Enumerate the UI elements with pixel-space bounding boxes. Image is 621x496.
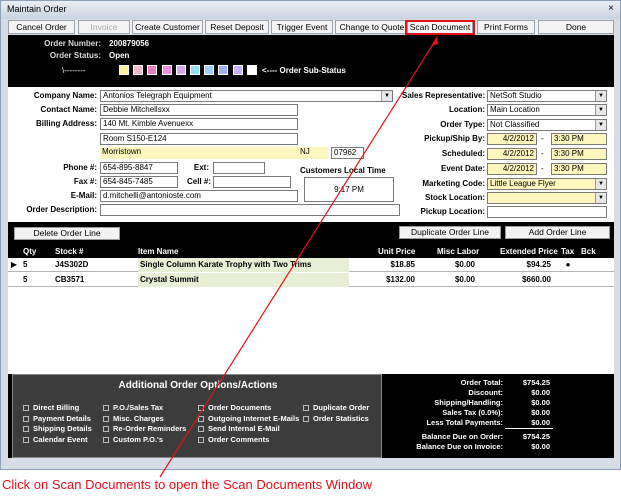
callout-arrow bbox=[159, 36, 438, 478]
callout-arrow-head bbox=[431, 36, 438, 46]
callout-arrow-line bbox=[159, 37, 438, 478]
